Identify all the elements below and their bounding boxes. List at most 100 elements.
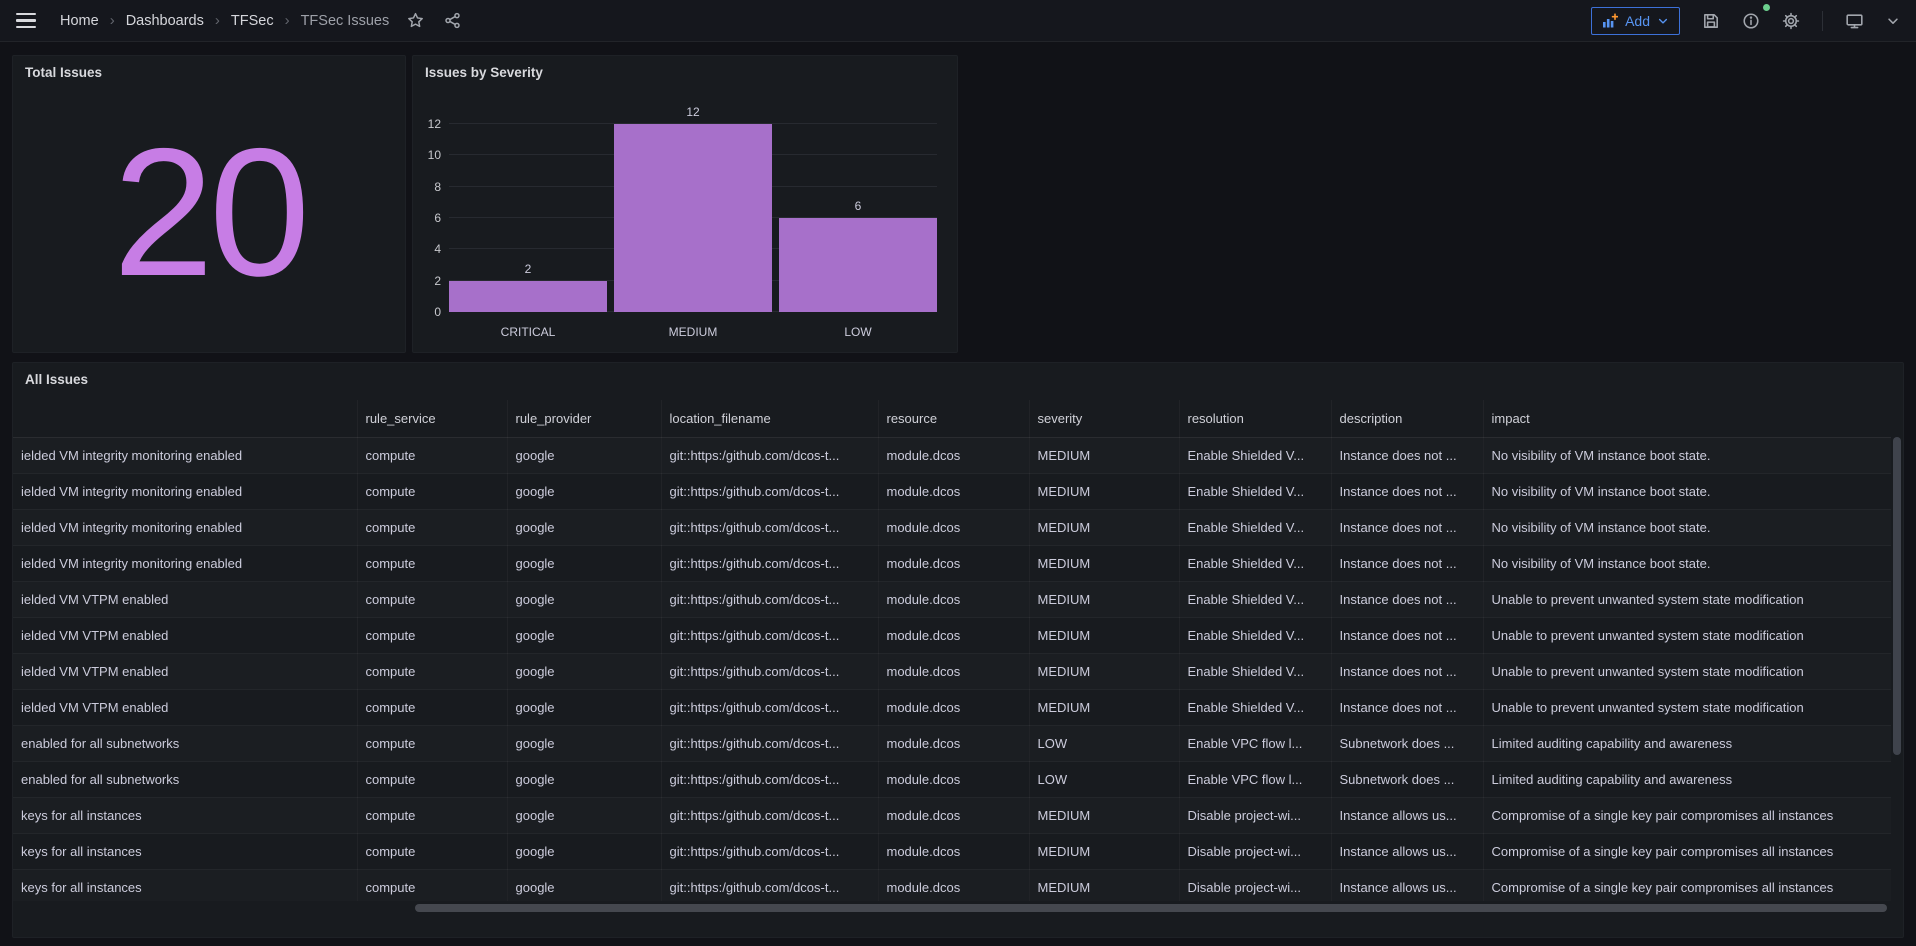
chevron-down-icon bbox=[1657, 15, 1669, 27]
breadcrumb-item[interactable]: Dashboards bbox=[126, 13, 204, 29]
panel-all-issues: All Issues rule_servicerule_providerloca… bbox=[12, 362, 1904, 938]
table-row: enabled for all subnetworkscomputegoogle… bbox=[13, 725, 1891, 761]
table-cell: git::https:/github.com/dcos-t... bbox=[661, 545, 878, 581]
table-cell: Instance allows us... bbox=[1331, 869, 1483, 901]
panel-issues-by-severity: Issues by Severity 024681012 2126 CRITIC… bbox=[412, 55, 958, 353]
issues-table: rule_servicerule_providerlocation_filena… bbox=[13, 400, 1891, 901]
table-cell: module.dcos bbox=[878, 581, 1029, 617]
table-cell: Enable Shielded V... bbox=[1179, 545, 1331, 581]
table-cell: ielded VM VTPM enabled bbox=[13, 617, 357, 653]
table-row: ielded VM integrity monitoring enabledco… bbox=[13, 473, 1891, 509]
breadcrumb: Home›Dashboards›TFSec›TFSec Issues bbox=[60, 12, 389, 29]
table-cell: ielded VM integrity monitoring enabled bbox=[13, 509, 357, 545]
table-column-header[interactable]: resource bbox=[878, 400, 1029, 437]
hamburger-menu-icon[interactable] bbox=[16, 13, 36, 29]
table-cell: module.dcos bbox=[878, 545, 1029, 581]
table-cell: MEDIUM bbox=[1029, 617, 1179, 653]
navbar-divider bbox=[1822, 11, 1823, 31]
table-cell: LOW bbox=[1029, 725, 1179, 761]
table-cell: google bbox=[507, 869, 661, 901]
table-column-header[interactable]: rule_provider bbox=[507, 400, 661, 437]
monitor-icon[interactable] bbox=[1845, 12, 1864, 30]
table-cell: MEDIUM bbox=[1029, 437, 1179, 473]
table-column-header[interactable]: description bbox=[1331, 400, 1483, 437]
table-cell: Subnetwork does ... bbox=[1331, 761, 1483, 797]
table-cell: Disable project-wi... bbox=[1179, 869, 1331, 901]
bar-slot: 6 bbox=[779, 124, 937, 312]
table-column-header[interactable]: resolution bbox=[1179, 400, 1331, 437]
table-cell: module.dcos bbox=[878, 473, 1029, 509]
table-cell: compute bbox=[357, 473, 507, 509]
horizontal-scrollbar bbox=[15, 904, 1889, 912]
add-button-label: Add bbox=[1625, 13, 1650, 29]
table-cell: compute bbox=[357, 581, 507, 617]
table-cell: module.dcos bbox=[878, 509, 1029, 545]
table-row: ielded VM VTPM enabledcomputegooglegit::… bbox=[13, 581, 1891, 617]
table-cell: compute bbox=[357, 617, 507, 653]
table-cell: MEDIUM bbox=[1029, 509, 1179, 545]
bar-value-label: 2 bbox=[449, 262, 607, 276]
table-cell: No visibility of VM instance boot state. bbox=[1483, 509, 1891, 545]
panel-title[interactable]: Issues by Severity bbox=[425, 65, 543, 80]
table-cell: enabled for all subnetworks bbox=[13, 725, 357, 761]
table-cell: Instance does not ... bbox=[1331, 473, 1483, 509]
bar-chart-x-axis: CRITICALMEDIUMLOW bbox=[449, 325, 937, 339]
breadcrumb-separator: › bbox=[285, 12, 290, 29]
table-cell: compute bbox=[357, 797, 507, 833]
star-icon[interactable] bbox=[407, 12, 424, 29]
table-cell: Instance does not ... bbox=[1331, 689, 1483, 725]
gear-icon[interactable] bbox=[1782, 12, 1800, 30]
table-cell: ielded VM integrity monitoring enabled bbox=[13, 437, 357, 473]
table-cell: google bbox=[507, 653, 661, 689]
table-row: ielded VM integrity monitoring enabledco… bbox=[13, 509, 1891, 545]
share-icon[interactable] bbox=[444, 12, 461, 29]
save-icon[interactable] bbox=[1702, 12, 1720, 30]
table-cell: Limited auditing capability and awarenes… bbox=[1483, 761, 1891, 797]
table-cell: Instance does not ... bbox=[1331, 437, 1483, 473]
table-cell: Instance does not ... bbox=[1331, 653, 1483, 689]
table-column-header[interactable]: impact bbox=[1483, 400, 1891, 437]
table-cell: Unable to prevent unwanted system state … bbox=[1483, 617, 1891, 653]
table-cell: compute bbox=[357, 761, 507, 797]
table-column-header[interactable] bbox=[13, 400, 357, 437]
table-cell: google bbox=[507, 581, 661, 617]
panel-title[interactable]: All Issues bbox=[25, 372, 88, 387]
table-cell: module.dcos bbox=[878, 797, 1029, 833]
table-column-header[interactable]: severity bbox=[1029, 400, 1179, 437]
y-axis-tick-label: 4 bbox=[413, 242, 441, 256]
y-axis-tick-label: 8 bbox=[413, 180, 441, 194]
table-cell: module.dcos bbox=[878, 653, 1029, 689]
vertical-scrollbar-thumb[interactable] bbox=[1893, 437, 1901, 755]
horizontal-scrollbar-thumb[interactable] bbox=[415, 904, 1887, 912]
breadcrumb-item[interactable]: TFSec bbox=[231, 13, 274, 29]
table-cell: module.dcos bbox=[878, 617, 1029, 653]
table-row: keys for all instancescomputegooglegit::… bbox=[13, 797, 1891, 833]
table-cell: google bbox=[507, 473, 661, 509]
table-cell: git::https:/github.com/dcos-t... bbox=[661, 725, 878, 761]
table-cell: ielded VM VTPM enabled bbox=[13, 581, 357, 617]
bar-slot: 12 bbox=[614, 124, 772, 312]
table-cell: google bbox=[507, 617, 661, 653]
table-column-header[interactable]: location_filename bbox=[661, 400, 878, 437]
table-header-row: rule_servicerule_providerlocation_filena… bbox=[13, 400, 1891, 437]
table-row: ielded VM integrity monitoring enabledco… bbox=[13, 437, 1891, 473]
table-cell: compute bbox=[357, 689, 507, 725]
table-column-header[interactable]: rule_service bbox=[357, 400, 507, 437]
table-cell: Instance allows us... bbox=[1331, 797, 1483, 833]
add-button[interactable]: Add bbox=[1591, 7, 1680, 35]
panel-total-issues: Total Issues 20 bbox=[12, 55, 406, 353]
table-cell: MEDIUM bbox=[1029, 797, 1179, 833]
table-cell: compute bbox=[357, 545, 507, 581]
table-cell: Unable to prevent unwanted system state … bbox=[1483, 689, 1891, 725]
y-axis-tick-label: 12 bbox=[413, 117, 441, 131]
info-icon[interactable] bbox=[1742, 12, 1760, 30]
chevron-down-icon[interactable] bbox=[1886, 14, 1900, 28]
table-row: keys for all instancescomputegooglegit::… bbox=[13, 869, 1891, 901]
table-cell: Enable Shielded V... bbox=[1179, 509, 1331, 545]
table-cell: git::https:/github.com/dcos-t... bbox=[661, 509, 878, 545]
top-navbar: Home›Dashboards›TFSec›TFSec Issues Add bbox=[0, 0, 1916, 42]
table-cell: MEDIUM bbox=[1029, 833, 1179, 869]
table-cell: Compromise of a single key pair compromi… bbox=[1483, 833, 1891, 869]
breadcrumb-item[interactable]: Home bbox=[60, 13, 99, 29]
table-cell: module.dcos bbox=[878, 725, 1029, 761]
